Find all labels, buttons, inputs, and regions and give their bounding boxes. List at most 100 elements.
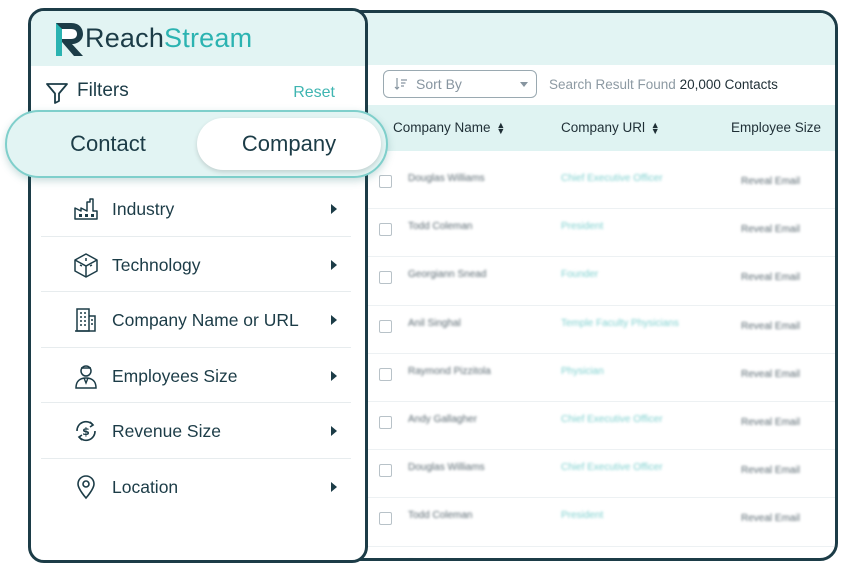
- chevron-right-icon: [331, 426, 337, 437]
- cell-employee-size[interactable]: Reveal Email: [741, 176, 800, 187]
- cell-company-url: Temple Faculty Physicians: [561, 317, 679, 329]
- brand-logo: ReachStream: [85, 23, 252, 54]
- column-header-employee-size[interactable]: Employee Size: [731, 120, 821, 135]
- cell-company-url: Chief Executive Officer: [561, 173, 663, 184]
- row-checkbox[interactable]: [379, 464, 392, 478]
- employee-icon: [73, 363, 99, 389]
- table-row[interactable]: Anil Singhal Temple Faculty Physicians Rev…: [333, 306, 835, 354]
- contact-company-toggle: Contact Company: [5, 110, 388, 178]
- cell-employee-size[interactable]: Reveal Email: [741, 224, 800, 235]
- cell-company-name: Douglas Williams: [408, 462, 485, 474]
- cell-company-name: Georgiann Snead: [408, 269, 487, 281]
- cell-employee-size[interactable]: Reveal Email: [741, 272, 800, 283]
- reset-link[interactable]: Reset: [293, 84, 335, 102]
- cell-company-url: Physician: [561, 365, 604, 377]
- filter-item-revenue-size[interactable]: $ Revenue Size: [41, 403, 351, 459]
- brand-stream: Stream: [164, 23, 253, 53]
- row-checkbox[interactable]: [379, 367, 392, 381]
- row-checkbox[interactable]: [379, 319, 392, 333]
- sort-by-label: Sort By: [416, 76, 462, 92]
- result-count-prefix: Search Result Found: [549, 76, 676, 92]
- sort-icon: [394, 78, 407, 90]
- cell-company-name: Douglas Williams: [408, 173, 485, 184]
- cell-company-name: Todd Coleman: [408, 510, 473, 522]
- chevron-right-icon: [331, 204, 337, 214]
- cell-employee-size[interactable]: Reveal Email: [741, 465, 800, 476]
- table-row[interactable]: Todd Coleman President Reveal Email: [333, 498, 835, 547]
- cell-company-name: Todd Coleman: [408, 221, 473, 233]
- table-row[interactable]: Douglas Williams Chief Executive Officer R…: [333, 161, 835, 210]
- sort-arrows-icon: ▲ ▼: [496, 120, 506, 137]
- column-label: Company URl: [561, 120, 646, 135]
- results-header-bar: [333, 13, 835, 65]
- chevron-right-icon: [331, 481, 337, 492]
- cell-company-url: Chief Executive Officer: [561, 462, 663, 474]
- location-pin-icon: [73, 474, 99, 500]
- results-window: Sort By Search Result Found 20,000 Conta…: [330, 10, 838, 561]
- filter-panel: ReachStream Filters Reset Industry Techno…: [28, 8, 368, 563]
- chevron-right-icon: [331, 259, 337, 270]
- toggle-company[interactable]: Company: [197, 118, 381, 170]
- cell-company-url: President: [561, 559, 603, 562]
- results-table-body: Douglas Williams Chief Executive Officer R…: [333, 161, 835, 562]
- cell-employee-size[interactable]: Reveal Email: [741, 321, 800, 332]
- cell-company-name: Andy Gallagher: [408, 413, 477, 425]
- filter-item-industry[interactable]: Industry: [41, 181, 351, 237]
- filters-header: Filters Reset: [31, 66, 365, 116]
- filter-item-company-name-or-url[interactable]: Company Name or URL: [41, 292, 351, 348]
- filter-item-label: Location: [112, 476, 179, 497]
- filter-item-technology[interactable]: Technology: [41, 237, 351, 293]
- column-label: Company Name: [393, 120, 491, 135]
- table-row[interactable]: Georgiann Snead Founder Reveal Email: [333, 257, 835, 306]
- row-checkbox[interactable]: [379, 561, 392, 562]
- reachstream-logo-icon: [56, 22, 83, 56]
- svg-text:$: $: [82, 425, 90, 438]
- sort-arrows-icon: ▲ ▼: [650, 120, 660, 137]
- table-header: Company Name ▲ ▼ Company URl ▲ ▼ Employee …: [333, 105, 835, 151]
- logo-bar: ReachStream: [31, 11, 365, 66]
- revenue-icon: $: [73, 418, 99, 444]
- cell-employee-size[interactable]: Reveal Email: [741, 417, 800, 428]
- cell-company-name: Todd Coleman: [408, 559, 472, 562]
- cell-company-name: Raymond Pizzitola: [408, 365, 491, 377]
- row-checkbox[interactable]: [379, 512, 392, 526]
- sort-by-select[interactable]: Sort By: [383, 70, 537, 98]
- table-row[interactable]: Andy Gallagher Chief Executive Officer Rev…: [333, 402, 835, 451]
- filter-menu: Industry Technology Company Name or URL Emp…: [41, 181, 351, 515]
- chevron-right-icon: [331, 370, 337, 381]
- column-header-company-name[interactable]: Company Name ▲ ▼: [393, 120, 506, 137]
- row-checkbox[interactable]: [379, 415, 392, 429]
- chevron-down-icon: [520, 82, 528, 87]
- filter-item-label: Technology: [112, 254, 201, 275]
- table-row[interactable]: Raymond Pizzitola Physician Reveal Email: [333, 354, 835, 402]
- filter-funnel-icon: [46, 83, 68, 104]
- cell-company-url: Founder: [561, 269, 599, 281]
- filter-item-label: Revenue Size: [112, 421, 221, 442]
- table-row[interactable]: Todd ColemanPresidentReveal Email: [333, 547, 835, 562]
- result-count: Search Result Found 20,000 Contacts: [549, 77, 778, 92]
- cell-company-name: Anil Singhal: [408, 317, 461, 329]
- table-row[interactable]: Todd ColemanPresidentReveal Email: [333, 209, 835, 258]
- filter-item-label: Industry: [112, 199, 175, 219]
- row-checkbox[interactable]: [379, 271, 392, 285]
- cell-employee-size[interactable]: Reveal Email: [741, 513, 800, 524]
- chevron-right-icon: [331, 315, 337, 326]
- stage: Sort By Search Result Found 20,000 Conta…: [0, 0, 841, 571]
- table-row[interactable]: Douglas Williams Chief Executive Officer R…: [333, 450, 835, 499]
- filter-item-employees-size[interactable]: Employees Size: [41, 348, 351, 404]
- filter-item-label: Employees Size: [112, 365, 238, 386]
- column-label: Employee Size: [731, 120, 822, 135]
- row-checkbox[interactable]: [379, 175, 392, 188]
- cell-employee-size[interactable]: Reveal Email: [741, 369, 800, 380]
- filters-title: Filters: [77, 80, 129, 101]
- cell-company-url: President: [561, 510, 604, 522]
- result-count-value: 20,000 Contacts: [679, 76, 778, 92]
- column-header-company-url[interactable]: Company URl ▲ ▼: [561, 120, 660, 137]
- filter-item-location[interactable]: Location: [41, 459, 351, 515]
- filter-item-label: Company Name or URL: [112, 310, 299, 331]
- toggle-contact[interactable]: Contact: [27, 118, 189, 170]
- row-checkbox[interactable]: [379, 223, 392, 237]
- building-icon: [73, 307, 99, 333]
- brand-reach: Reach: [85, 23, 165, 53]
- factory-icon: [73, 196, 99, 222]
